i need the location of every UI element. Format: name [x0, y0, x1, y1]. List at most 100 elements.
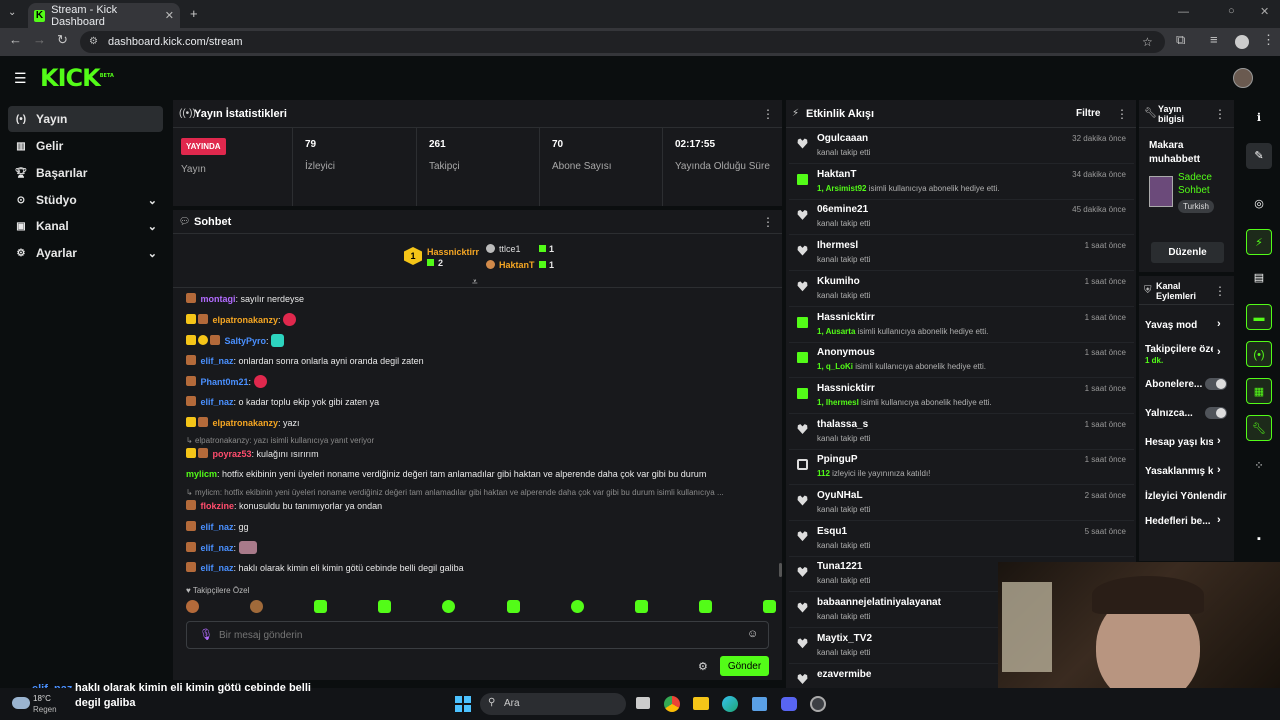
- action-account-age[interactable]: Hesap yaşı kısı: [1145, 437, 1213, 448]
- event-username[interactable]: Hassnicktirr: [817, 383, 875, 394]
- event-username[interactable]: babaannejelatiniyalayanat: [817, 597, 941, 608]
- event-username[interactable]: Hassnicktirr: [817, 312, 875, 323]
- taskbar-search[interactable]: ⚲ Ara: [480, 693, 626, 715]
- event-time: 1 saat önce: [1084, 276, 1126, 286]
- event-row: PpinguP 112 izleyici ile yayınınıza katıl…: [789, 450, 1134, 486]
- event-description-text: isimli kullanıcıya abonelik hediye etti.: [855, 326, 989, 336]
- event-time: 32 dakika önce: [1072, 134, 1126, 143]
- stream-info-more-icon[interactable]: ⋮: [1214, 107, 1226, 121]
- event-description-highlight: 1, q_LoKi: [817, 362, 854, 372]
- action-banned-words[interactable]: Yasaklanmış kı: [1145, 466, 1213, 477]
- action-goals[interactable]: Hedefleri be...: [1145, 516, 1211, 527]
- event-description: 1, q_LoKi isimli kullanıcıya abonelik he…: [817, 362, 986, 371]
- edit-button[interactable]: Düzenle: [1151, 242, 1224, 263]
- action-slow-mode[interactable]: Yavaş mod: [1145, 320, 1197, 331]
- heart-icon: [797, 424, 808, 435]
- event-description-highlight: 1, Ausarta: [817, 326, 856, 336]
- event-username[interactable]: Maytix_TV2: [817, 633, 872, 644]
- event-username[interactable]: HaktanT: [817, 169, 856, 180]
- event-username[interactable]: Anonymous: [817, 347, 875, 358]
- chevron-right-icon[interactable]: ›: [1217, 514, 1221, 526]
- event-time: 34 dakika önce: [1072, 169, 1126, 179]
- action-followers-only[interactable]: Takipçilere öze: [1145, 344, 1213, 355]
- task-view-icon[interactable]: [636, 697, 650, 709]
- webcam-door-shape: [1002, 582, 1052, 672]
- discord-icon[interactable]: [781, 697, 797, 711]
- gift-icon: [797, 352, 808, 364]
- event-username[interactable]: OyuNHaL: [817, 490, 863, 501]
- chevron-right-icon[interactable]: ›: [1217, 464, 1221, 476]
- event-username[interactable]: 06emine21: [817, 204, 868, 215]
- event-description: kanalı takip etti: [817, 540, 871, 550]
- heart-icon: [797, 566, 808, 577]
- pencil-icon[interactable]: ✎: [1246, 143, 1272, 169]
- obs-icon[interactable]: [810, 696, 826, 712]
- edge-icon[interactable]: [722, 696, 738, 712]
- weather-icon: [12, 697, 30, 709]
- stream-title: Makara muhabbett: [1149, 140, 1201, 165]
- event-description: kanalı takip etti: [817, 433, 871, 443]
- subscribers-only-toggle[interactable]: [1205, 378, 1227, 390]
- emotes-only-toggle[interactable]: [1205, 407, 1227, 419]
- chat-icon[interactable]: ▬: [1246, 304, 1272, 330]
- event-row: Anonymous 1, q_LoKi isimli kullanıcıya ab…: [789, 343, 1134, 379]
- event-description: kanalı takip etti: [817, 612, 871, 622]
- language-tag: Turkish: [1178, 200, 1214, 213]
- chrome-icon[interactable]: [664, 696, 680, 712]
- stream-info-title: Yayın bilgisi: [1158, 104, 1185, 124]
- search-label: Ara: [504, 698, 520, 709]
- divider: [1139, 304, 1234, 305]
- widget-icon[interactable]: ▪: [1246, 526, 1272, 552]
- event-username[interactable]: Esqu1: [817, 526, 847, 537]
- heart-icon: [797, 602, 808, 613]
- weather-temp: 18°C: [33, 694, 51, 703]
- gift-icon: [797, 316, 808, 328]
- info-icon[interactable]: ℹ: [1246, 105, 1272, 131]
- wrench-icon[interactable]: 🔧︎: [1246, 415, 1272, 441]
- bolt-icon[interactable]: ⚡︎: [1246, 229, 1272, 255]
- event-description: kanalı takip etti: [817, 290, 871, 300]
- event-username[interactable]: thalassa_s: [817, 419, 868, 430]
- overlay-chat-text: haklı olarak kimin eli kimin götü cebind…: [75, 682, 311, 709]
- category-thumbnail: [1149, 176, 1173, 207]
- store-icon[interactable]: [752, 697, 767, 711]
- heart-icon: [797, 209, 808, 220]
- layout-icon[interactable]: ▦: [1246, 378, 1272, 404]
- shield-icon: ⛨: [1144, 285, 1152, 296]
- file-explorer-icon[interactable]: [693, 697, 709, 710]
- chevron-right-icon[interactable]: ›: [1217, 318, 1221, 330]
- event-row: Ihermesl kanalı takip etti 1 saat önce: [789, 236, 1134, 272]
- event-time: 1 saat önce: [1084, 383, 1126, 393]
- wrench-icon: 🔧︎: [1144, 108, 1157, 119]
- event-row: Hassnicktirr 1, Ausarta isimli kullanıcıy…: [789, 308, 1134, 343]
- event-description: kanalı takip etti: [817, 576, 871, 586]
- event-username[interactable]: PpinguP: [817, 454, 858, 465]
- channel-actions-more-icon[interactable]: ⋮: [1214, 284, 1226, 298]
- channel-actions-title: Kanal Eylemleri: [1156, 281, 1197, 301]
- action-raid[interactable]: İzleyici Yönlendir: [1145, 491, 1227, 502]
- event-row: Ogulcaaan kanalı takip etti 32 dakika önce: [789, 129, 1134, 164]
- event-username[interactable]: ezavermibe: [817, 669, 871, 680]
- category-link[interactable]: Sadece Sohbet: [1178, 171, 1228, 197]
- windows-start-icon[interactable]: [455, 696, 471, 712]
- broadcast-icon[interactable]: (•): [1246, 341, 1272, 367]
- chevron-right-icon[interactable]: ›: [1217, 346, 1221, 358]
- divider: [1139, 127, 1234, 128]
- action-emotes-only: Yalnızca...: [1145, 408, 1193, 419]
- event-time: 1 saat önce: [1084, 312, 1126, 322]
- host-icon: [797, 459, 808, 471]
- search-icon: ⚲: [488, 697, 496, 708]
- heart-icon: [797, 281, 808, 292]
- chevron-right-icon[interactable]: ›: [1217, 435, 1221, 447]
- document-icon[interactable]: ▤: [1246, 265, 1272, 291]
- event-username[interactable]: Ihermesl: [817, 240, 858, 251]
- event-time: 1 saat önce: [1084, 348, 1126, 358]
- more-options-icon[interactable]: ⁘: [1246, 453, 1272, 479]
- event-username[interactable]: Ogulcaaan: [817, 133, 868, 144]
- event-username[interactable]: Kkumiho: [817, 276, 860, 287]
- event-time: 5 saat önce: [1084, 526, 1126, 536]
- event-description-text: izleyici ile yayınınıza katıldı!: [829, 469, 931, 479]
- event-username[interactable]: Tuna1221: [817, 561, 862, 572]
- camera-icon[interactable]: ◎: [1246, 191, 1272, 217]
- event-description-text: isimli kullanıcıya abonelik hediye etti.: [853, 362, 986, 372]
